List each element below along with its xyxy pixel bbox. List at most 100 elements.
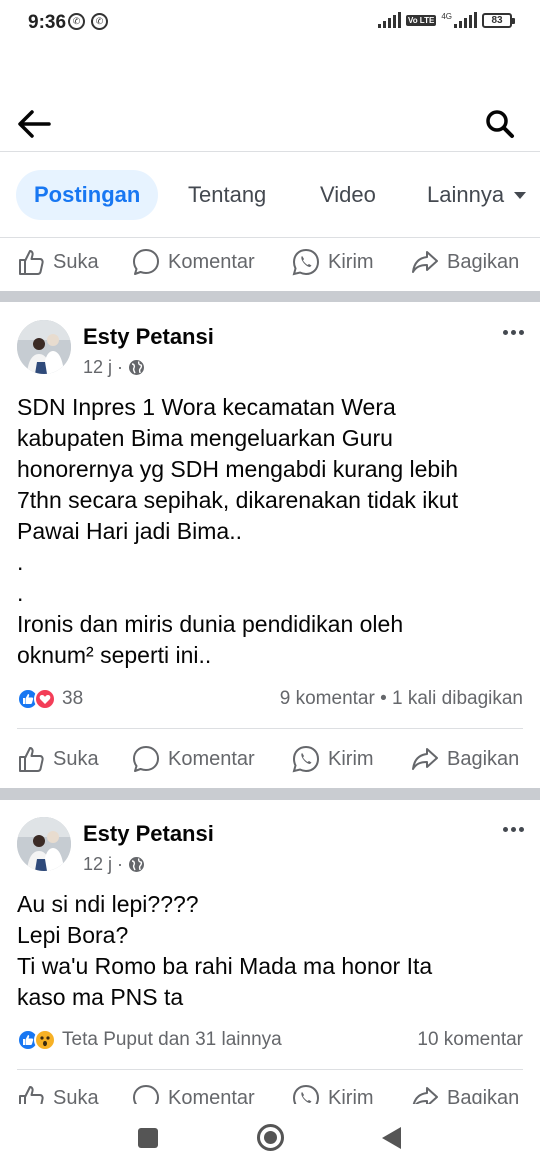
post-stats: 38 9 komentar • 1 kali dibagikan	[0, 688, 540, 718]
arrow-left-icon	[18, 110, 51, 138]
post-text-line: Ti wa'u Romo ba rahi Mada ma honor Ita	[17, 953, 433, 979]
whatsapp-business-notification-icon: ✆	[91, 13, 108, 30]
network-type: 4G	[441, 12, 452, 21]
back-button[interactable]	[14, 104, 54, 144]
like-label: Suka	[53, 747, 99, 770]
tab-postingan[interactable]: Postingan	[16, 170, 159, 220]
author-name[interactable]: Esty Petansi	[83, 821, 214, 847]
send-button[interactable]: Kirim	[292, 733, 374, 785]
post-time[interactable]: 12 j	[83, 357, 112, 378]
action-bar: Suka Komentar Kirim Bagikan	[0, 1072, 540, 1104]
tab-lainnya[interactable]: Lainnya	[427, 170, 527, 220]
search-icon	[486, 110, 514, 138]
chevron-down-icon	[514, 191, 527, 199]
post-text-line: kaso ma PNS ta	[17, 984, 184, 1010]
post-text-line: Ironis dan miris dunia pendidikan oleh	[17, 611, 404, 637]
send-button[interactable]: Kirim	[292, 1072, 374, 1104]
profile-tabs: Postingan Tentang Video Lainnya	[0, 152, 540, 238]
post-text-line: honorernya yg SDH mengabdi kurang lebih	[17, 456, 459, 482]
tab-lainnya-label: Lainnya	[427, 182, 505, 207]
whatsapp-notification-icon: ✆	[68, 13, 85, 30]
share-button[interactable]: Bagikan	[411, 1072, 519, 1104]
share-button[interactable]: Bagikan	[411, 236, 519, 288]
share-label: Bagikan	[447, 747, 520, 770]
avatar[interactable]	[17, 817, 71, 871]
post-text-line: 7thn secara sepihak, dikarenakan tidak i…	[17, 487, 459, 513]
post-meta: 12 j ·	[83, 357, 145, 378]
status-time: 9:36	[28, 12, 67, 33]
comment-button[interactable]: Komentar	[132, 733, 255, 785]
status-bar: 9:36 ✆ ✆ Vo LTE 4G 83	[0, 0, 540, 48]
send-label: Kirim	[328, 747, 374, 770]
like-button[interactable]: Suka	[17, 1072, 99, 1104]
post-text-line: Pawai Hari jadi Bima..	[17, 518, 242, 544]
reactions-summary[interactable]: Teta Puput dan 31 lainnya	[17, 1029, 282, 1051]
share-icon	[412, 251, 438, 273]
share-icon	[412, 1087, 438, 1104]
status-right: Vo LTE 4G 83	[377, 12, 515, 28]
recent-apps-button[interactable]	[138, 1128, 158, 1148]
post-text: Au si ndi lepi???? Lepi Bora? Ti wa'u Ro…	[17, 889, 527, 1013]
share-label: Bagikan	[447, 250, 520, 273]
action-bar-previous: Suka Komentar Kirim Bagikan	[0, 236, 540, 288]
whatsapp-icon	[292, 1084, 320, 1104]
love-reaction-icon	[34, 688, 56, 710]
divider	[17, 1069, 523, 1070]
post-text-line: .	[17, 549, 24, 575]
post-text: SDN Inpres 1 Wora kecamatan Wera kabupat…	[17, 392, 527, 671]
send-label: Kirim	[328, 1086, 374, 1105]
comments-shares-count[interactable]: 9 komentar • 1 kali dibagikan	[280, 688, 523, 710]
home-button[interactable]	[257, 1124, 284, 1151]
whatsapp-icon	[292, 248, 320, 276]
reactions-summary[interactable]: 38	[17, 688, 83, 710]
post-text-line: Au si ndi lepi????	[17, 891, 199, 917]
author-name[interactable]: Esty Petansi	[83, 324, 214, 350]
like-label: Suka	[53, 250, 99, 273]
comments-count[interactable]: 10 komentar	[417, 1029, 523, 1051]
like-button[interactable]: Suka	[17, 733, 99, 785]
comment-icon	[133, 746, 159, 772]
like-label: Suka	[53, 1086, 99, 1105]
post-options-button[interactable]	[503, 322, 524, 342]
app-header	[0, 96, 540, 152]
post-text-line: Lepi Bora?	[17, 922, 129, 948]
share-label: Bagikan	[447, 1086, 520, 1105]
tab-tentang[interactable]: Tentang	[188, 170, 266, 220]
post-options-button[interactable]	[503, 819, 524, 839]
action-bar: Suka Komentar Kirim Bagikan	[0, 733, 540, 785]
send-label: Kirim	[328, 250, 374, 273]
reaction-count: 38	[62, 688, 84, 709]
post-time[interactable]: 12 j	[83, 854, 112, 875]
post-text-line: .	[17, 580, 24, 606]
post-text-line: oknum² seperti ini..	[17, 642, 212, 668]
whatsapp-icon	[292, 745, 320, 773]
signal-icon	[377, 12, 401, 28]
post-text-line: kabupaten Bima mengeluarkan Guru	[17, 425, 393, 451]
post-header: Esty Petansi 12 j ·	[0, 817, 540, 879]
post-stats: Teta Puput dan 31 lainnya 10 komentar	[0, 1029, 540, 1059]
send-button[interactable]: Kirim	[292, 236, 374, 288]
globe-icon	[129, 360, 145, 375]
search-button[interactable]	[480, 104, 520, 144]
post-text-line: SDN Inpres 1 Wora kecamatan Wera	[17, 394, 396, 420]
signal-icon-2	[454, 12, 477, 28]
thumbs-up-icon	[19, 747, 44, 772]
post-meta: 12 j ·	[83, 854, 145, 875]
comment-button[interactable]: Komentar	[132, 1072, 255, 1104]
share-button[interactable]: Bagikan	[411, 733, 519, 785]
globe-icon	[129, 857, 145, 872]
comment-label: Komentar	[168, 1086, 255, 1105]
tab-video[interactable]: Video	[320, 170, 376, 220]
thumbs-up-icon	[19, 250, 44, 275]
post-header: Esty Petansi 12 j ·	[0, 320, 540, 382]
comment-icon	[133, 249, 159, 275]
system-back-button[interactable]	[382, 1127, 401, 1149]
wow-reaction-icon	[34, 1029, 56, 1051]
like-button[interactable]: Suka	[17, 236, 99, 288]
comment-label: Komentar	[168, 747, 255, 770]
share-icon	[412, 748, 438, 770]
comment-button[interactable]: Komentar	[132, 236, 255, 288]
feed-separator	[0, 788, 540, 800]
volte-icon: Vo LTE	[405, 14, 437, 26]
avatar[interactable]	[17, 320, 71, 374]
